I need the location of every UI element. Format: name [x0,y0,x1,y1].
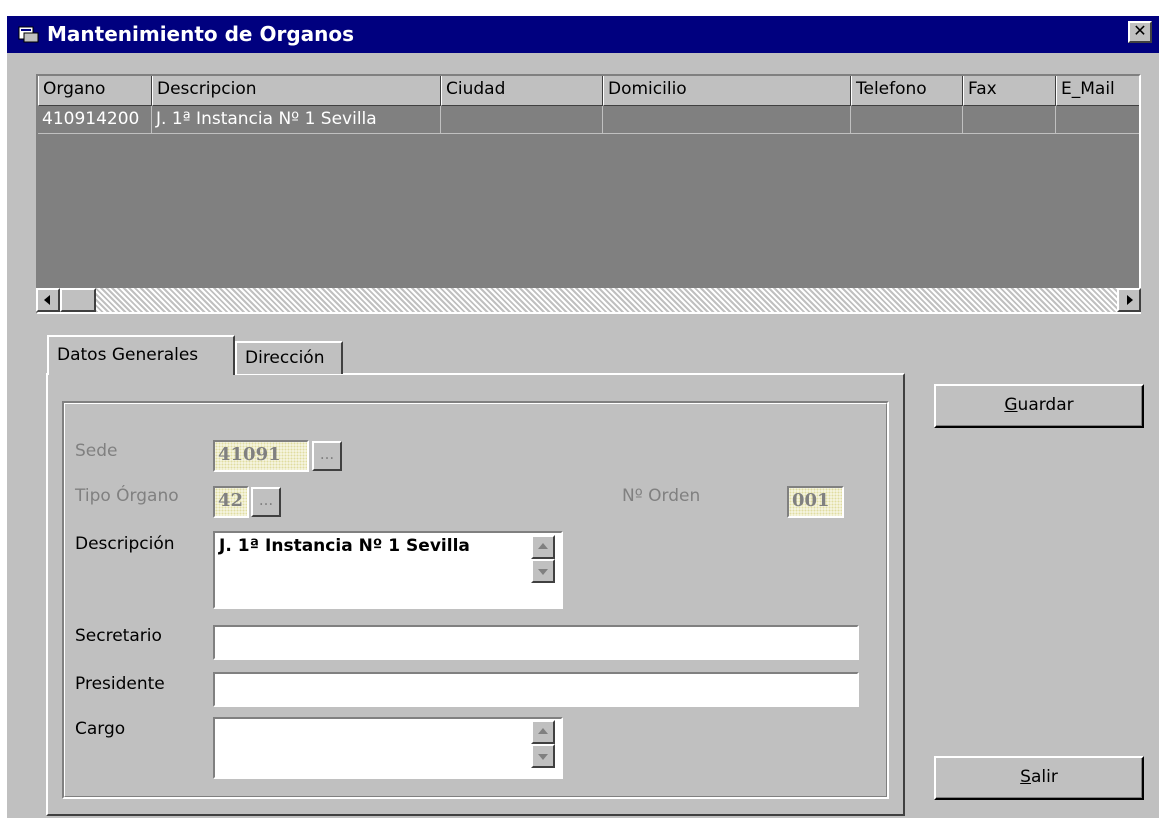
cell-organo[interactable]: 410914200 [38,106,152,134]
tab-datos-generales[interactable]: Datos Generales [47,335,235,375]
arrow-down-icon [538,569,548,575]
cargo-scroll-down[interactable] [531,744,555,768]
dialog-window: Mantenimiento de Organos ✕ Organo Descri… [7,16,1159,818]
descripcion-label: Descripción [75,534,175,554]
cell-descripcion[interactable]: J. 1ª Instancia Nº 1 Sevilla [152,106,441,134]
descripcion-scroll-down[interactable] [531,559,555,583]
presidente-field[interactable] [213,672,859,707]
sede-browse-button[interactable]: ... [312,441,342,471]
descripcion-value: J. 1ª Instancia Nº 1 Sevilla [219,536,470,556]
table-row[interactable]: 410914200 J. 1ª Instancia Nº 1 Sevilla [38,106,1139,134]
cell-fax[interactable] [963,106,1056,134]
presidente-label: Presidente [75,674,165,694]
cell-ciudad[interactable] [441,106,603,134]
cargo-textarea[interactable] [213,717,563,779]
scroll-thumb[interactable] [60,288,96,312]
guardar-accelerator: G [1004,395,1018,415]
guardar-button[interactable]: Guardar [934,384,1144,428]
numero-orden-label: Nº Orden [622,486,701,506]
cell-telefono[interactable] [851,106,963,134]
salir-label: alir [1030,767,1058,787]
close-button[interactable]: ✕ [1128,21,1152,43]
secretario-label: Secretario [75,626,162,646]
arrow-up-icon [538,543,548,549]
cargo-scroll-up[interactable] [531,720,555,744]
column-header-organo[interactable]: Organo [38,76,152,106]
cell-domicilio[interactable] [603,106,851,134]
cell-email[interactable] [1056,106,1139,134]
title-bar[interactable]: Mantenimiento de Organos ✕ [7,16,1159,53]
arrow-down-icon [538,754,548,760]
arrow-left-icon [44,295,50,305]
salir-button[interactable]: Salir [934,756,1144,800]
guardar-label: uardar [1017,395,1074,415]
cargo-label: Cargo [75,719,126,739]
column-header-email[interactable]: E_Mail [1056,76,1139,106]
sede-label: Sede [75,441,118,461]
tipo-organo-field[interactable]: 42 [213,486,249,518]
numero-orden-field[interactable]: 001 [787,486,844,518]
tab-label: Datos Generales [57,345,199,365]
sede-field[interactable]: 41091 [213,440,309,472]
scrollbar-track[interactable] [36,288,1141,312]
descripcion-scroll-up[interactable] [531,535,555,559]
column-header-domicilio[interactable]: Domicilio [603,76,851,106]
grid-horizontal-scrollbar[interactable] [36,288,1141,312]
organos-grid[interactable]: Organo Descripcion Ciudad Domicilio Tele… [36,74,1141,314]
secretario-field[interactable] [213,625,859,660]
tab-label: Dirección [245,348,325,368]
close-icon: ✕ [1133,21,1147,40]
column-header-descripcion[interactable]: Descripcion [152,76,441,106]
grid-header: Organo Descripcion Ciudad Domicilio Tele… [38,76,1139,106]
salir-accelerator: S [1020,767,1031,787]
column-header-telefono[interactable]: Telefono [851,76,963,106]
tab-direccion[interactable]: Dirección [235,341,343,374]
app-icon [18,26,39,43]
arrow-up-icon [538,728,548,734]
window-title: Mantenimiento de Organos [47,22,355,46]
tipo-organo-label: Tipo Órgano [75,486,179,506]
descripcion-textarea[interactable]: J. 1ª Instancia Nº 1 Sevilla [213,531,563,609]
scroll-right-button[interactable] [1117,288,1141,312]
column-header-fax[interactable]: Fax [963,76,1056,106]
scroll-left-button[interactable] [36,288,60,312]
tipo-organo-browse-button[interactable]: ... [251,487,281,517]
arrow-right-icon [1127,295,1133,305]
column-header-ciudad[interactable]: Ciudad [441,76,603,106]
